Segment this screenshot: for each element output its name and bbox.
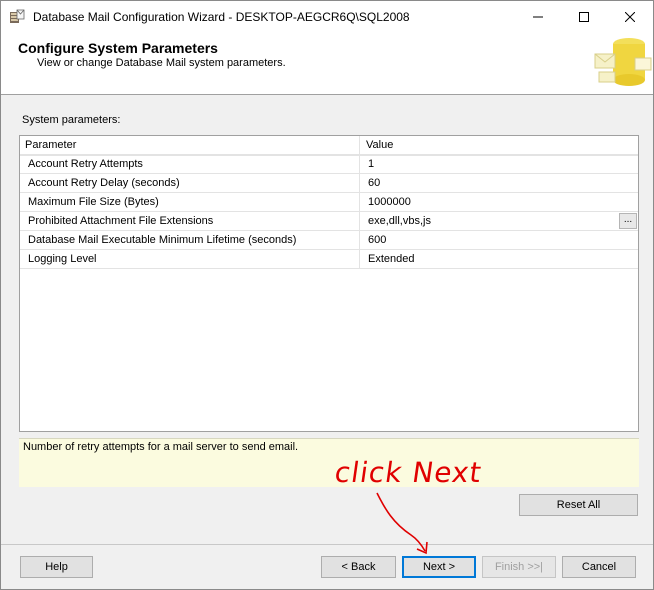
- parameter-cell: Prohibited Attachment File Extensions: [20, 212, 360, 231]
- value-text: exe,dll,vbs,js: [368, 215, 431, 227]
- table-row[interactable]: Maximum File Size (Bytes) 1000000: [20, 193, 638, 212]
- annotation-arrow-icon: [376, 492, 428, 555]
- parameter-cell: Account Retry Delay (seconds): [20, 174, 360, 193]
- grid-header: Parameter Value: [20, 136, 638, 156]
- browse-extensions-button[interactable]: ...: [619, 213, 637, 229]
- value-cell[interactable]: 1000000: [360, 193, 638, 212]
- window-title: Database Mail Configuration Wizard - DES…: [33, 10, 410, 24]
- parameter-description-panel: Number of retry attempts for a mail serv…: [19, 438, 639, 487]
- value-cell[interactable]: exe,dll,vbs,js ...: [360, 212, 638, 231]
- back-button[interactable]: < Back: [321, 556, 396, 578]
- page-title: Configure System Parameters: [18, 40, 218, 56]
- value-cell[interactable]: 600: [360, 231, 638, 250]
- reset-all-button[interactable]: Reset All: [519, 494, 638, 516]
- help-button[interactable]: Help: [20, 556, 93, 578]
- system-parameters-grid[interactable]: Parameter Value Account Retry Attempts 1…: [19, 135, 639, 432]
- close-button[interactable]: [607, 1, 653, 32]
- system-parameters-label: System parameters:: [22, 114, 121, 126]
- column-header-value[interactable]: Value: [360, 136, 638, 155]
- table-row[interactable]: Logging Level Extended: [20, 250, 638, 269]
- minimize-button[interactable]: [515, 1, 561, 32]
- column-header-parameter[interactable]: Parameter: [20, 136, 360, 155]
- minimize-icon: [533, 16, 543, 17]
- cancel-button[interactable]: Cancel: [562, 556, 636, 578]
- table-row[interactable]: Account Retry Delay (seconds) 60: [20, 174, 638, 193]
- parameter-cell: Account Retry Attempts: [20, 155, 360, 174]
- maximize-button[interactable]: [561, 1, 607, 32]
- close-icon: [625, 11, 635, 22]
- value-cell[interactable]: Extended: [360, 250, 638, 269]
- value-cell[interactable]: 60: [360, 174, 638, 193]
- parameter-cell: Logging Level: [20, 250, 360, 269]
- wizard-window: Database Mail Configuration Wizard - DES…: [0, 0, 654, 590]
- table-row[interactable]: Account Retry Attempts 1: [20, 155, 638, 174]
- maximize-icon: [579, 11, 589, 22]
- parameter-cell: Database Mail Executable Minimum Lifetim…: [20, 231, 360, 250]
- value-cell[interactable]: 1: [360, 155, 638, 174]
- finish-button: Finish >>|: [482, 556, 556, 578]
- title-bar[interactable]: Database Mail Configuration Wizard - DES…: [1, 1, 653, 32]
- page-subtitle: View or change Database Mail system para…: [37, 57, 286, 69]
- next-button[interactable]: Next >: [402, 556, 476, 578]
- parameter-description: Number of retry attempts for a mail serv…: [23, 441, 299, 453]
- database-mail-app-icon: [10, 9, 25, 23]
- click-next-annotation: click Next: [332, 456, 485, 489]
- footer-divider: [1, 544, 653, 545]
- wizard-header: Configure System Parameters View or chan…: [1, 32, 653, 95]
- parameter-cell: Maximum File Size (Bytes): [20, 193, 360, 212]
- table-row[interactable]: Database Mail Executable Minimum Lifetim…: [20, 231, 638, 250]
- table-row[interactable]: Prohibited Attachment File Extensions ex…: [20, 212, 638, 231]
- database-mail-banner-icon: [591, 32, 653, 94]
